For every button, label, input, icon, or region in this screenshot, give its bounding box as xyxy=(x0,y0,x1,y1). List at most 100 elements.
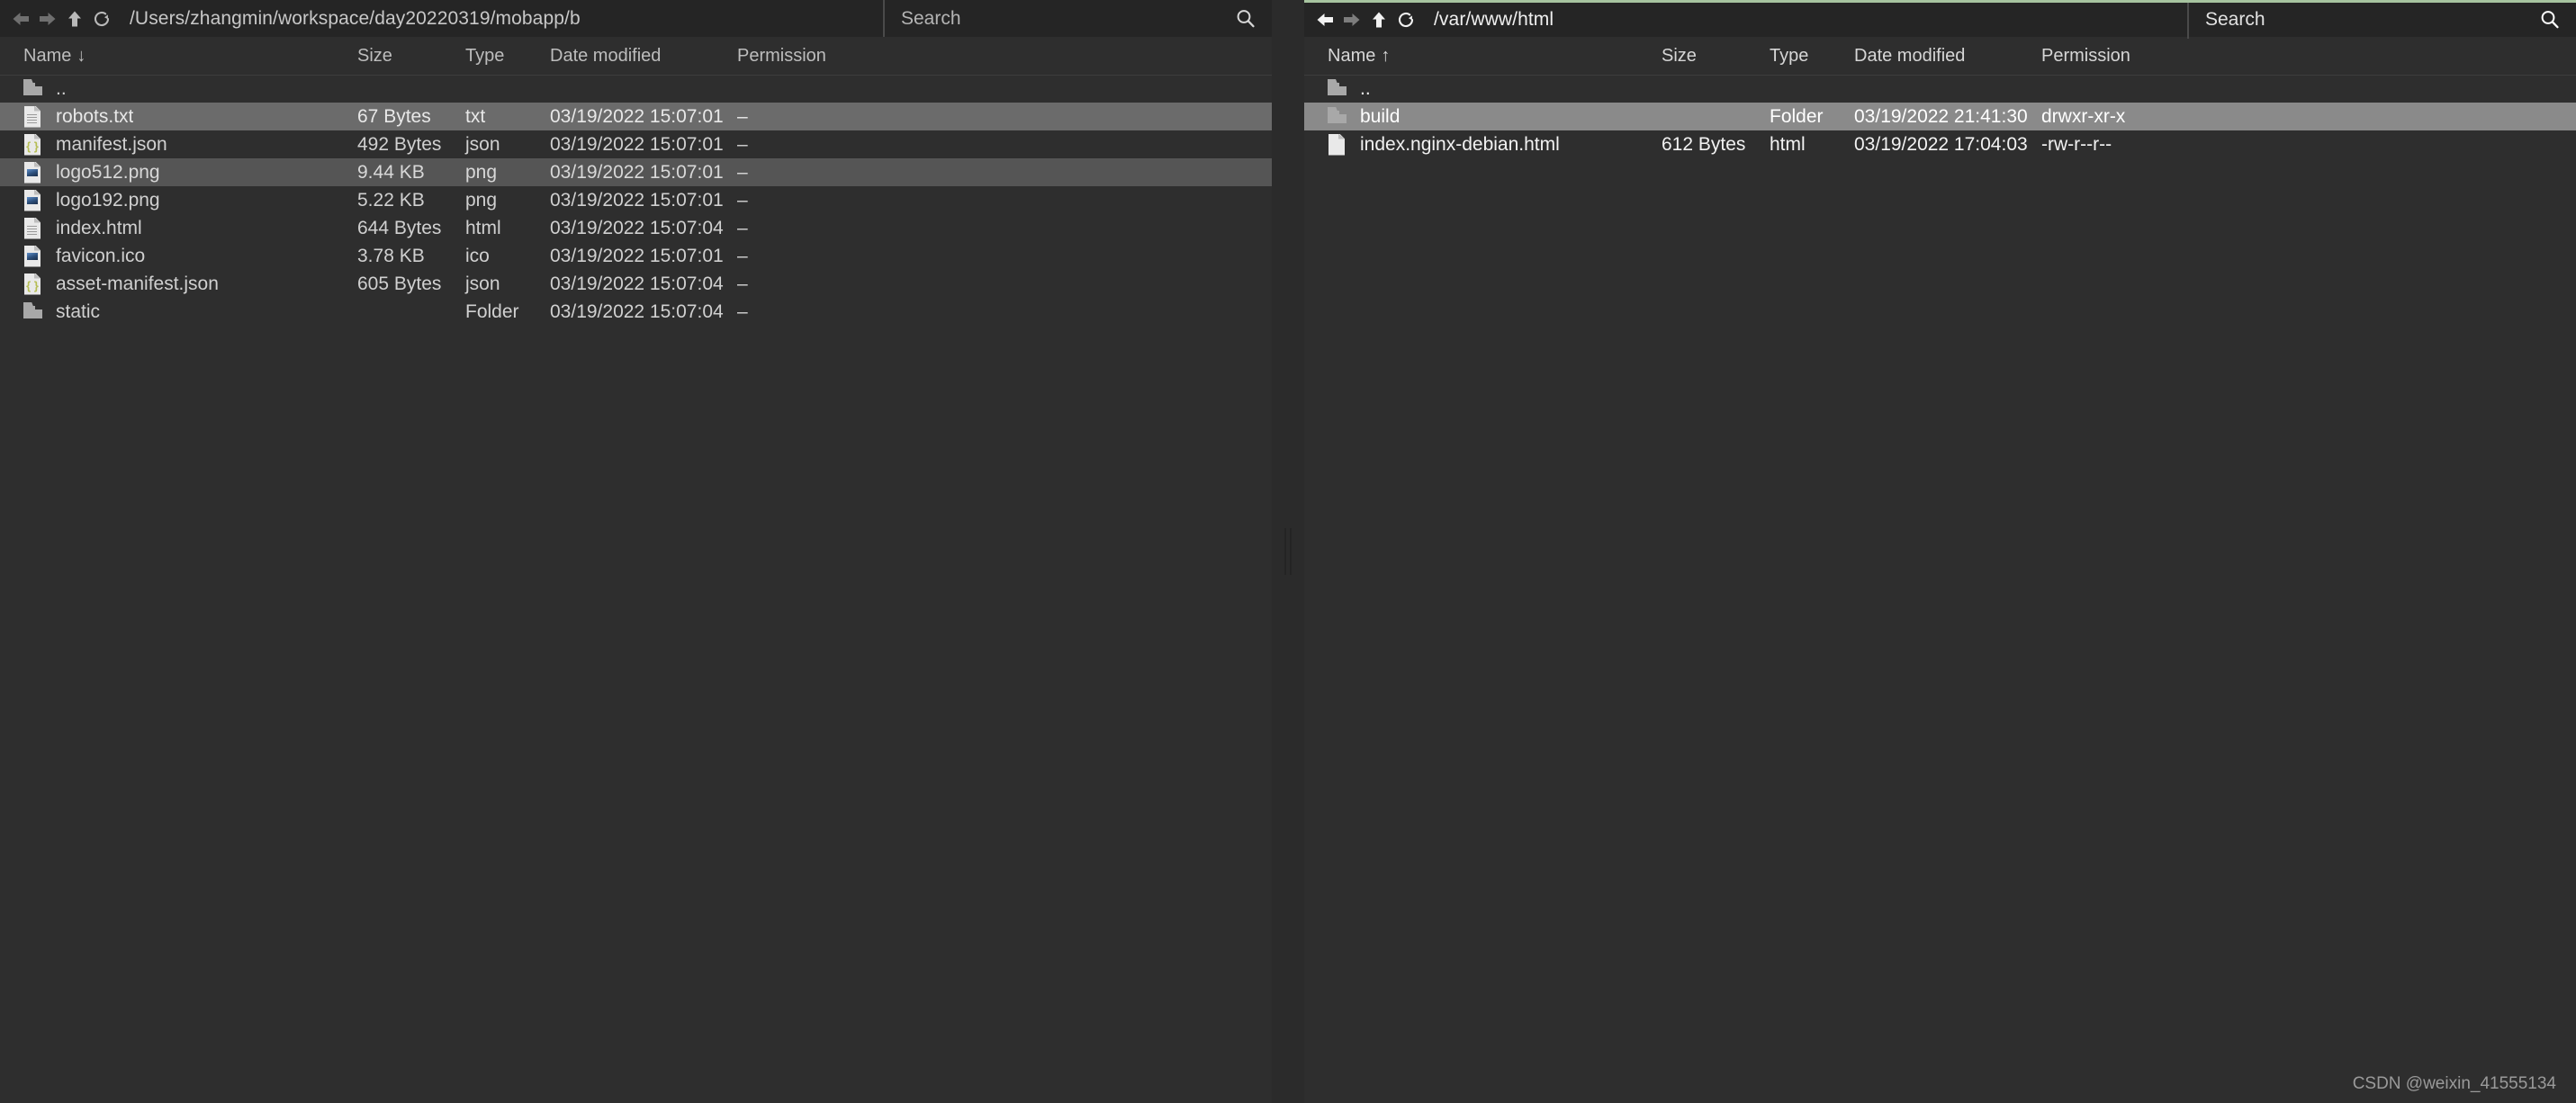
file-row[interactable]: robots.txt 67 Bytes txt 03/19/2022 15:07:01… xyxy=(0,103,1272,130)
arrow-right-icon xyxy=(1342,10,1362,30)
left-toolbar: /Users/zhangmin/workspace/day20220319/mo… xyxy=(0,0,1272,37)
folder-icon xyxy=(1328,105,1347,129)
search-icon[interactable] xyxy=(1234,7,1257,31)
column-header-name[interactable]: Name ↓ xyxy=(0,46,357,67)
back-button[interactable] xyxy=(1311,6,1338,33)
file-name-cell: build xyxy=(1304,105,1662,129)
file-name-cell: logo512.png xyxy=(0,161,357,184)
file-type-cell: ico xyxy=(465,245,490,266)
right-toolbar: /var/www/html xyxy=(1304,1,2576,39)
file-permission-cell: – xyxy=(737,105,748,127)
file-row[interactable]: { } asset-manifest.json 605 Bytes json 03/19… xyxy=(0,270,1272,298)
file-date-cell: 03/19/2022 15:07:01 xyxy=(550,189,724,211)
file-text-icon xyxy=(23,105,43,129)
refresh-button[interactable] xyxy=(88,5,115,32)
file-size-cell: 5.22 KB xyxy=(357,189,425,211)
forward-button[interactable] xyxy=(34,5,61,32)
file-row[interactable]: build Folder 03/19/2022 21:41:30 drwxr-xr-x xyxy=(1304,103,2576,130)
column-header-permission[interactable]: Permission xyxy=(737,46,1272,67)
file-row[interactable]: static Folder 03/19/2022 15:07:04– xyxy=(0,298,1272,326)
file-size-cell: 605 Bytes xyxy=(357,273,442,294)
sort-ascending-icon: ↑ xyxy=(1381,46,1391,66)
file-row[interactable]: index.nginx-debian.html 612 Bytes html 03/1… xyxy=(1304,130,2576,158)
file-name-cell: { } manifest.json xyxy=(0,133,357,157)
refresh-button[interactable] xyxy=(1392,6,1419,33)
column-header-name[interactable]: Name ↑ xyxy=(1304,46,1662,67)
file-row[interactable]: index.html 644 Bytes html 03/19/2022 15:07:… xyxy=(0,214,1272,242)
file-type-cell: json xyxy=(465,273,500,294)
pane-splitter[interactable] xyxy=(1272,0,1304,1103)
file-size-cell: 3.78 KB xyxy=(357,245,425,266)
file-type-cell: Folder xyxy=(465,300,519,322)
file-image-icon xyxy=(23,189,43,212)
left-path-field[interactable]: /Users/zhangmin/workspace/day20220319/mo… xyxy=(115,0,883,37)
file-name-label: index.html xyxy=(56,217,142,238)
right-file-list[interactable]: .. build Folder 03/19/2022 21:41:30 drwxr-xr… xyxy=(1304,76,2576,1103)
file-permission-cell: – xyxy=(737,133,748,155)
file-name-label: logo512.png xyxy=(56,161,160,183)
up-button[interactable] xyxy=(1365,6,1392,33)
column-header-name-label: Name xyxy=(23,45,72,66)
parent-directory-row[interactable]: .. xyxy=(1304,76,2576,103)
file-row[interactable]: logo192.png 5.22 KB png 03/19/2022 15:07:01… xyxy=(0,186,1272,214)
back-button[interactable] xyxy=(7,5,34,32)
file-permission-cell: – xyxy=(737,189,748,211)
file-name-cell: .. xyxy=(1304,77,1662,101)
file-image-icon xyxy=(23,245,43,268)
file-permission-cell: – xyxy=(737,217,748,238)
left-file-list[interactable]: .. robots.txt 67 Bytes txt 03/19/2022 15:07:… xyxy=(0,76,1272,1103)
right-file-pane: /var/www/html Name ↑ Size Type Date modi… xyxy=(1304,0,2576,1103)
file-size-cell: 492 Bytes xyxy=(357,133,442,155)
file-json-icon: { } xyxy=(23,133,43,157)
column-header-type[interactable]: Type xyxy=(465,46,550,67)
file-name-label: .. xyxy=(1360,78,1371,99)
column-header-type[interactable]: Type xyxy=(1770,46,1854,67)
file-json-icon: { } xyxy=(23,273,43,296)
file-row[interactable]: logo512.png 9.44 KB png 03/19/2022 15:07:01… xyxy=(0,158,1272,186)
file-size-cell: 67 Bytes xyxy=(357,105,431,127)
folder-icon xyxy=(1328,77,1347,101)
up-button[interactable] xyxy=(61,5,88,32)
forward-button[interactable] xyxy=(1338,6,1365,33)
file-name-label: asset-manifest.json xyxy=(56,273,219,294)
search-icon[interactable] xyxy=(2538,8,2562,31)
column-header-size[interactable]: Size xyxy=(357,46,465,67)
file-name-cell: { } asset-manifest.json xyxy=(0,273,357,296)
file-type-cell: html xyxy=(1770,133,1806,155)
right-path-text: /var/www/html xyxy=(1434,9,1554,30)
refresh-icon xyxy=(1395,9,1417,31)
search-input[interactable] xyxy=(901,4,1234,32)
column-header-name-label: Name xyxy=(1328,45,1376,66)
file-name-label: favicon.ico xyxy=(56,245,146,266)
splitter-grip-icon[interactable] xyxy=(1284,528,1292,575)
file-date-cell: 03/19/2022 17:04:03 xyxy=(1854,133,2028,155)
file-date-cell: 03/19/2022 15:07:04 xyxy=(550,273,724,294)
right-search-box[interactable] xyxy=(2187,1,2576,39)
file-type-cell: txt xyxy=(465,105,486,127)
file-date-cell: 03/19/2022 15:07:04 xyxy=(550,300,724,322)
left-search-box[interactable] xyxy=(883,0,1272,37)
file-permission-cell: – xyxy=(737,245,748,266)
file-type-cell: png xyxy=(465,189,498,211)
file-row[interactable]: { } manifest.json 492 Bytes json 03/19/2022 … xyxy=(0,130,1272,158)
left-path-text: /Users/zhangmin/workspace/day20220319/mo… xyxy=(130,7,581,29)
column-header-size[interactable]: Size xyxy=(1662,46,1770,67)
arrow-left-icon xyxy=(11,9,31,29)
file-type-cell: json xyxy=(465,133,500,155)
file-name-cell: .. xyxy=(0,77,357,101)
file-name-cell: index.nginx-debian.html xyxy=(1304,133,1662,157)
search-input[interactable] xyxy=(2205,6,2538,33)
file-permission-cell: drwxr-xr-x xyxy=(2041,105,2126,127)
file-size-cell: 612 Bytes xyxy=(1662,133,1746,155)
column-header-permission[interactable]: Permission xyxy=(2041,46,2576,67)
right-path-field[interactable]: /var/www/html xyxy=(1419,2,2187,39)
file-row[interactable]: favicon.ico 3.78 KB ico 03/19/2022 15:07:01… xyxy=(0,242,1272,270)
file-date-cell: 03/19/2022 15:07:01 xyxy=(550,245,724,266)
file-type-cell: Folder xyxy=(1770,105,1824,127)
column-header-date-modified[interactable]: Date modified xyxy=(1854,46,2041,67)
sort-descending-icon: ↓ xyxy=(77,46,86,66)
file-name-label: static xyxy=(56,300,101,322)
parent-directory-row[interactable]: .. xyxy=(0,76,1272,103)
file-name-cell: index.html xyxy=(0,217,357,240)
column-header-date-modified[interactable]: Date modified xyxy=(550,46,737,67)
